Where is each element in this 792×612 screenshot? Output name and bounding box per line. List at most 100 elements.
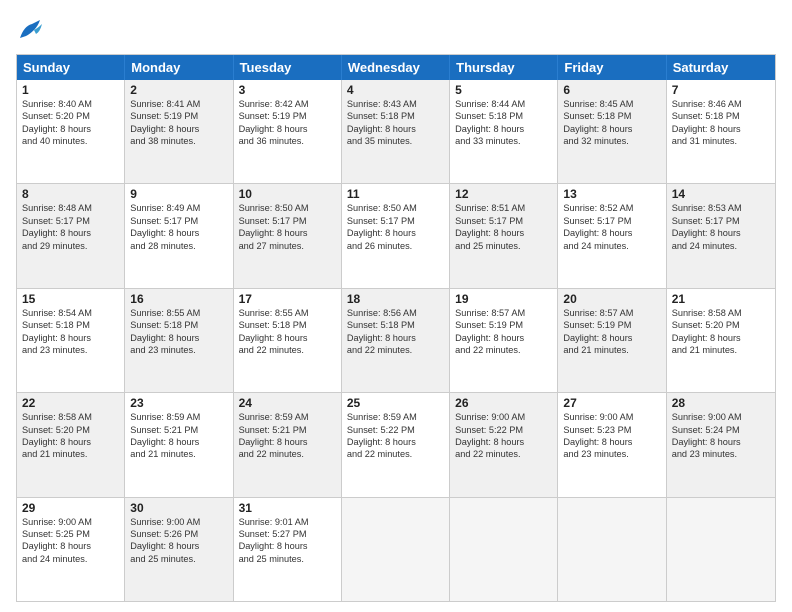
cell-info: Sunrise: 8:58 AM [672, 307, 770, 319]
cell-info: Daylight: 8 hours [347, 436, 444, 448]
cell-info: and 31 minutes. [672, 135, 770, 147]
cell-info: Daylight: 8 hours [563, 227, 660, 239]
cell-info: Daylight: 8 hours [672, 227, 770, 239]
cell-info: Daylight: 8 hours [347, 123, 444, 135]
cell-info: and 21 minutes. [22, 448, 119, 460]
day-number: 17 [239, 292, 336, 306]
cell-info: Daylight: 8 hours [455, 332, 552, 344]
cell-info: Daylight: 8 hours [455, 436, 552, 448]
cell-info: and 28 minutes. [130, 240, 227, 252]
cell-info: Sunrise: 9:00 AM [672, 411, 770, 423]
cell-info: Daylight: 8 hours [22, 436, 119, 448]
calendar-cell: 18Sunrise: 8:56 AMSunset: 5:18 PMDayligh… [342, 289, 450, 392]
cell-info: and 24 minutes. [672, 240, 770, 252]
cell-info: and 24 minutes. [22, 553, 119, 565]
day-number: 29 [22, 501, 119, 515]
cell-info: and 23 minutes. [22, 344, 119, 356]
cell-info: Daylight: 8 hours [563, 436, 660, 448]
day-number: 5 [455, 83, 552, 97]
calendar-cell [558, 498, 666, 601]
cell-info: Daylight: 8 hours [22, 227, 119, 239]
cell-info: Sunrise: 8:54 AM [22, 307, 119, 319]
cell-info: Daylight: 8 hours [239, 436, 336, 448]
cell-info: and 21 minutes. [672, 344, 770, 356]
calendar-row-2: 15Sunrise: 8:54 AMSunset: 5:18 PMDayligh… [17, 288, 775, 392]
cell-info: Daylight: 8 hours [672, 332, 770, 344]
cell-info: Sunset: 5:17 PM [347, 215, 444, 227]
calendar-cell: 10Sunrise: 8:50 AMSunset: 5:17 PMDayligh… [234, 184, 342, 287]
cell-info: Daylight: 8 hours [22, 540, 119, 552]
calendar-cell: 30Sunrise: 9:00 AMSunset: 5:26 PMDayligh… [125, 498, 233, 601]
calendar-cell: 12Sunrise: 8:51 AMSunset: 5:17 PMDayligh… [450, 184, 558, 287]
calendar-cell: 8Sunrise: 8:48 AMSunset: 5:17 PMDaylight… [17, 184, 125, 287]
header-day-saturday: Saturday [667, 55, 775, 80]
cell-info: Daylight: 8 hours [563, 123, 660, 135]
cell-info: Sunset: 5:17 PM [563, 215, 660, 227]
day-number: 8 [22, 187, 119, 201]
cell-info: and 22 minutes. [239, 448, 336, 460]
day-number: 20 [563, 292, 660, 306]
day-number: 19 [455, 292, 552, 306]
cell-info: and 21 minutes. [563, 344, 660, 356]
cell-info: Sunrise: 9:00 AM [22, 516, 119, 528]
cell-info: and 36 minutes. [239, 135, 336, 147]
cell-info: Daylight: 8 hours [22, 123, 119, 135]
cell-info: Sunset: 5:20 PM [672, 319, 770, 331]
calendar-cell: 17Sunrise: 8:55 AMSunset: 5:18 PMDayligh… [234, 289, 342, 392]
cell-info: Sunset: 5:17 PM [22, 215, 119, 227]
cell-info: Sunrise: 8:50 AM [347, 202, 444, 214]
day-number: 2 [130, 83, 227, 97]
cell-info: Daylight: 8 hours [239, 540, 336, 552]
cell-info: Sunrise: 9:01 AM [239, 516, 336, 528]
calendar-row-1: 8Sunrise: 8:48 AMSunset: 5:17 PMDaylight… [17, 183, 775, 287]
calendar-cell: 7Sunrise: 8:46 AMSunset: 5:18 PMDaylight… [667, 80, 775, 183]
cell-info: Sunset: 5:17 PM [672, 215, 770, 227]
cell-info: Sunrise: 8:57 AM [455, 307, 552, 319]
calendar-cell: 13Sunrise: 8:52 AMSunset: 5:17 PMDayligh… [558, 184, 666, 287]
cell-info: and 40 minutes. [22, 135, 119, 147]
calendar-cell: 5Sunrise: 8:44 AMSunset: 5:18 PMDaylight… [450, 80, 558, 183]
day-number: 13 [563, 187, 660, 201]
calendar-cell: 3Sunrise: 8:42 AMSunset: 5:19 PMDaylight… [234, 80, 342, 183]
cell-info: Sunrise: 8:59 AM [347, 411, 444, 423]
calendar-cell: 19Sunrise: 8:57 AMSunset: 5:19 PMDayligh… [450, 289, 558, 392]
cell-info: Sunrise: 8:55 AM [130, 307, 227, 319]
cell-info: Sunrise: 8:45 AM [563, 98, 660, 110]
day-number: 18 [347, 292, 444, 306]
cell-info: Daylight: 8 hours [347, 227, 444, 239]
cell-info: Sunrise: 8:55 AM [239, 307, 336, 319]
cell-info: Sunset: 5:22 PM [455, 424, 552, 436]
cell-info: Sunrise: 8:50 AM [239, 202, 336, 214]
cell-info: and 29 minutes. [22, 240, 119, 252]
logo-icon [16, 16, 44, 44]
calendar-row-0: 1Sunrise: 8:40 AMSunset: 5:20 PMDaylight… [17, 80, 775, 183]
cell-info: Sunset: 5:26 PM [130, 528, 227, 540]
cell-info: Sunrise: 8:43 AM [347, 98, 444, 110]
calendar-cell: 16Sunrise: 8:55 AMSunset: 5:18 PMDayligh… [125, 289, 233, 392]
header-day-monday: Monday [125, 55, 233, 80]
calendar-body: 1Sunrise: 8:40 AMSunset: 5:20 PMDaylight… [17, 80, 775, 601]
calendar-cell: 31Sunrise: 9:01 AMSunset: 5:27 PMDayligh… [234, 498, 342, 601]
calendar-cell: 4Sunrise: 8:43 AMSunset: 5:18 PMDaylight… [342, 80, 450, 183]
cell-info: Sunrise: 8:40 AM [22, 98, 119, 110]
header-day-sunday: Sunday [17, 55, 125, 80]
cell-info: Sunset: 5:19 PM [239, 110, 336, 122]
calendar-cell: 23Sunrise: 8:59 AMSunset: 5:21 PMDayligh… [125, 393, 233, 496]
calendar-header: SundayMondayTuesdayWednesdayThursdayFrid… [17, 55, 775, 80]
header [16, 16, 776, 44]
cell-info: Sunset: 5:18 PM [347, 110, 444, 122]
cell-info: Sunrise: 9:00 AM [563, 411, 660, 423]
cell-info: and 38 minutes. [130, 135, 227, 147]
cell-info: Sunset: 5:17 PM [455, 215, 552, 227]
cell-info: Sunset: 5:20 PM [22, 424, 119, 436]
cell-info: Sunrise: 8:56 AM [347, 307, 444, 319]
page: SundayMondayTuesdayWednesdayThursdayFrid… [0, 0, 792, 612]
cell-info: Sunrise: 8:59 AM [239, 411, 336, 423]
day-number: 11 [347, 187, 444, 201]
cell-info: Sunrise: 8:48 AM [22, 202, 119, 214]
day-number: 12 [455, 187, 552, 201]
calendar-cell: 22Sunrise: 8:58 AMSunset: 5:20 PMDayligh… [17, 393, 125, 496]
calendar-row-3: 22Sunrise: 8:58 AMSunset: 5:20 PMDayligh… [17, 392, 775, 496]
cell-info: Sunrise: 8:42 AM [239, 98, 336, 110]
cell-info: Sunrise: 8:41 AM [130, 98, 227, 110]
